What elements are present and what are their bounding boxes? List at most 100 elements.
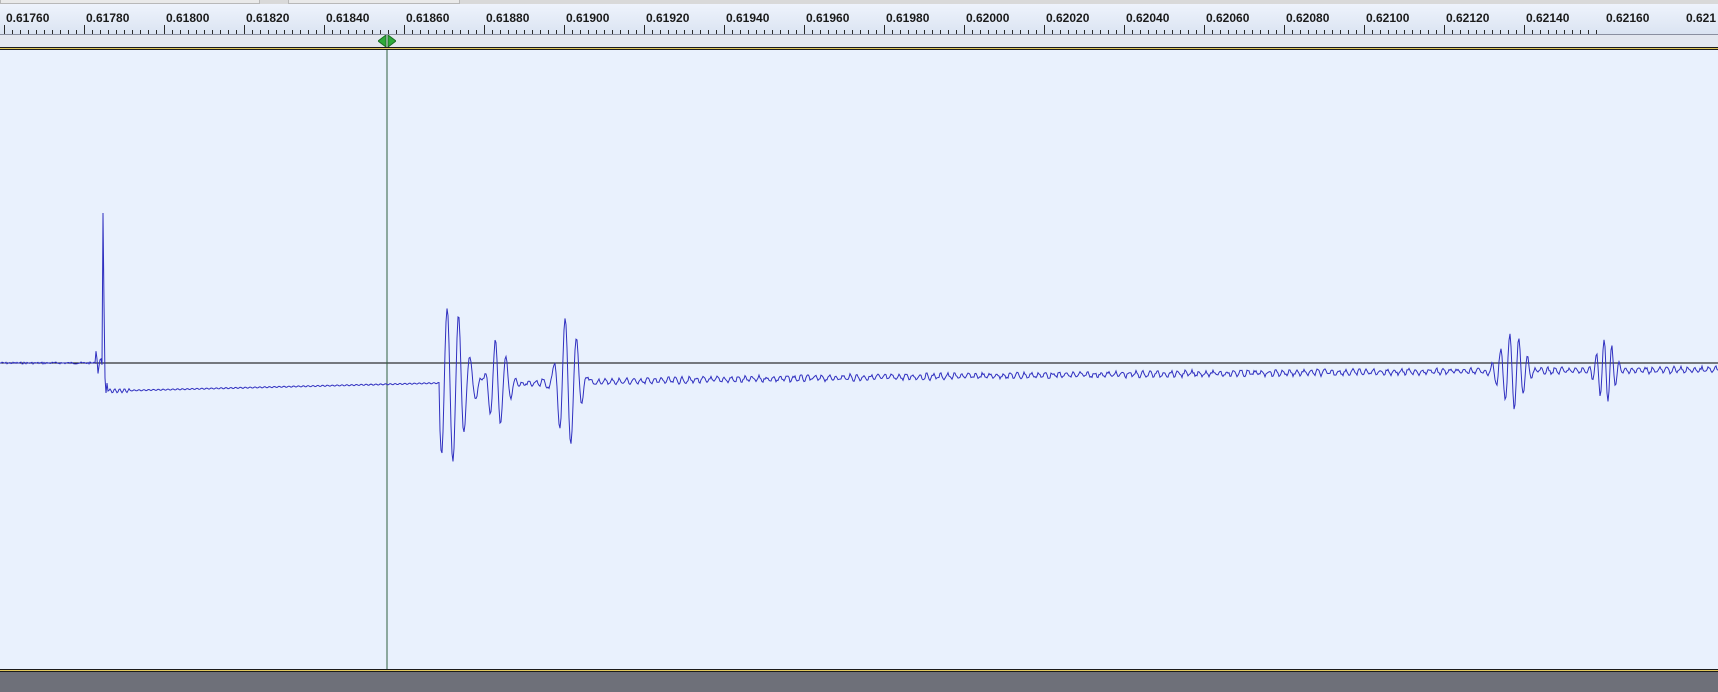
ruler-minor-tick bbox=[396, 30, 397, 34]
ruler-minor-tick bbox=[1060, 30, 1061, 34]
ruler-minor-tick bbox=[636, 30, 637, 34]
ruler-minor-tick bbox=[620, 30, 621, 34]
ruler-minor-tick bbox=[1036, 30, 1037, 34]
ruler-label: 0.61860 bbox=[406, 11, 450, 25]
ruler-minor-tick bbox=[1396, 30, 1397, 34]
ruler-label: 0.61980 bbox=[886, 11, 930, 25]
ruler-minor-tick bbox=[548, 30, 549, 34]
ruler-minor-tick bbox=[420, 30, 421, 34]
ruler-minor-tick bbox=[716, 30, 717, 34]
play-position-icon[interactable] bbox=[378, 35, 396, 47]
ruler-minor-tick bbox=[292, 30, 293, 34]
ruler-minor-tick bbox=[1156, 30, 1157, 34]
ruler-minor-tick bbox=[36, 30, 37, 34]
ruler-minor-tick bbox=[836, 30, 837, 34]
ruler-minor-tick bbox=[260, 30, 261, 34]
ruler-minor-tick bbox=[1596, 30, 1597, 34]
ruler-label: 0.62160 bbox=[1606, 11, 1650, 25]
ruler-major-tick bbox=[484, 25, 485, 34]
ruler-minor-tick bbox=[1172, 30, 1173, 34]
ruler-minor-tick bbox=[204, 30, 205, 34]
ruler-minor-tick bbox=[948, 30, 949, 34]
ruler-minor-tick bbox=[1332, 30, 1333, 34]
ruler-minor-tick bbox=[76, 30, 77, 34]
ruler-minor-tick bbox=[1268, 30, 1269, 34]
ruler-minor-tick bbox=[588, 30, 589, 34]
ruler-minor-tick bbox=[1228, 30, 1229, 34]
ruler-minor-tick bbox=[108, 30, 109, 34]
ruler-minor-tick bbox=[1468, 30, 1469, 34]
waveform-track[interactable] bbox=[0, 50, 1718, 669]
ruler-minor-tick bbox=[700, 30, 701, 34]
ruler-major-tick bbox=[1044, 25, 1045, 34]
ruler-minor-tick bbox=[1412, 30, 1413, 34]
ruler-minor-tick bbox=[844, 30, 845, 34]
ruler-minor-tick bbox=[28, 30, 29, 34]
ruler-major-tick bbox=[884, 25, 885, 34]
ruler-minor-tick bbox=[1212, 30, 1213, 34]
ruler-minor-tick bbox=[268, 30, 269, 34]
ruler-minor-tick bbox=[516, 30, 517, 34]
ruler-minor-tick bbox=[340, 30, 341, 34]
ruler-minor-tick bbox=[1588, 30, 1589, 34]
ruler-minor-tick bbox=[1220, 30, 1221, 34]
ruler-minor-tick bbox=[540, 30, 541, 34]
ruler-minor-tick bbox=[188, 30, 189, 34]
ruler-minor-tick bbox=[1508, 30, 1509, 34]
timeline-ruler[interactable]: 0.61760 0.61780 0.61800 0.61820 0.61840 … bbox=[0, 4, 1718, 35]
ruler-minor-tick bbox=[444, 30, 445, 34]
ruler-minor-tick bbox=[412, 30, 413, 34]
ruler-major-tick bbox=[964, 25, 965, 34]
ruler-major-tick bbox=[4, 25, 5, 34]
ruler-minor-tick bbox=[828, 30, 829, 34]
ruler-major-tick bbox=[804, 25, 805, 34]
ruler-minor-tick bbox=[788, 30, 789, 34]
ruler-minor-tick bbox=[1108, 30, 1109, 34]
ruler-minor-tick bbox=[1548, 30, 1549, 34]
ruler-minor-tick bbox=[364, 30, 365, 34]
ruler-minor-tick bbox=[876, 30, 877, 34]
ruler-minor-tick bbox=[1300, 30, 1301, 34]
ruler-minor-tick bbox=[932, 30, 933, 34]
ruler-minor-tick bbox=[212, 30, 213, 34]
ruler-minor-tick bbox=[1004, 30, 1005, 34]
ruler-minor-tick bbox=[388, 30, 389, 34]
ruler-minor-tick bbox=[924, 30, 925, 34]
ruler-minor-tick bbox=[372, 30, 373, 34]
ruler-label: 0.61940 bbox=[726, 11, 770, 25]
ruler-minor-tick bbox=[908, 30, 909, 34]
ruler-major-tick bbox=[244, 25, 245, 34]
ruler-label: 0.61760 bbox=[6, 11, 50, 25]
ruler-major-tick bbox=[1364, 25, 1365, 34]
ruler-minor-tick bbox=[1116, 30, 1117, 34]
ruler-minor-tick bbox=[228, 30, 229, 34]
waveform-line bbox=[0, 212, 1718, 462]
ruler-minor-tick bbox=[316, 30, 317, 34]
ruler-minor-tick bbox=[572, 30, 573, 34]
ruler-minor-tick bbox=[708, 30, 709, 34]
ruler-minor-tick bbox=[860, 30, 861, 34]
ruler-minor-tick bbox=[124, 30, 125, 34]
ruler-major-tick bbox=[1444, 25, 1445, 34]
ruler-minor-tick bbox=[996, 30, 997, 34]
ruler-major-tick bbox=[1284, 25, 1285, 34]
ruler-minor-tick bbox=[812, 30, 813, 34]
ruler-major-tick bbox=[1524, 25, 1525, 34]
ruler-minor-tick bbox=[988, 30, 989, 34]
ruler-minor-tick bbox=[460, 30, 461, 34]
ruler-label: 0.62100 bbox=[1366, 11, 1410, 25]
ruler-minor-tick bbox=[1196, 30, 1197, 34]
ruler-minor-tick bbox=[276, 30, 277, 34]
ruler-minor-tick bbox=[236, 30, 237, 34]
ruler-minor-tick bbox=[44, 30, 45, 34]
ruler-minor-tick bbox=[1356, 30, 1357, 34]
ruler-minor-tick bbox=[1100, 30, 1101, 34]
ruler-minor-tick bbox=[748, 30, 749, 34]
ruler-minor-tick bbox=[1380, 30, 1381, 34]
ruler-minor-tick bbox=[92, 30, 93, 34]
ruler-minor-tick bbox=[1316, 30, 1317, 34]
ruler-minor-tick bbox=[148, 30, 149, 34]
ruler-label: 0.61900 bbox=[566, 11, 610, 25]
ruler-minor-tick bbox=[852, 30, 853, 34]
ruler-minor-tick bbox=[196, 30, 197, 34]
